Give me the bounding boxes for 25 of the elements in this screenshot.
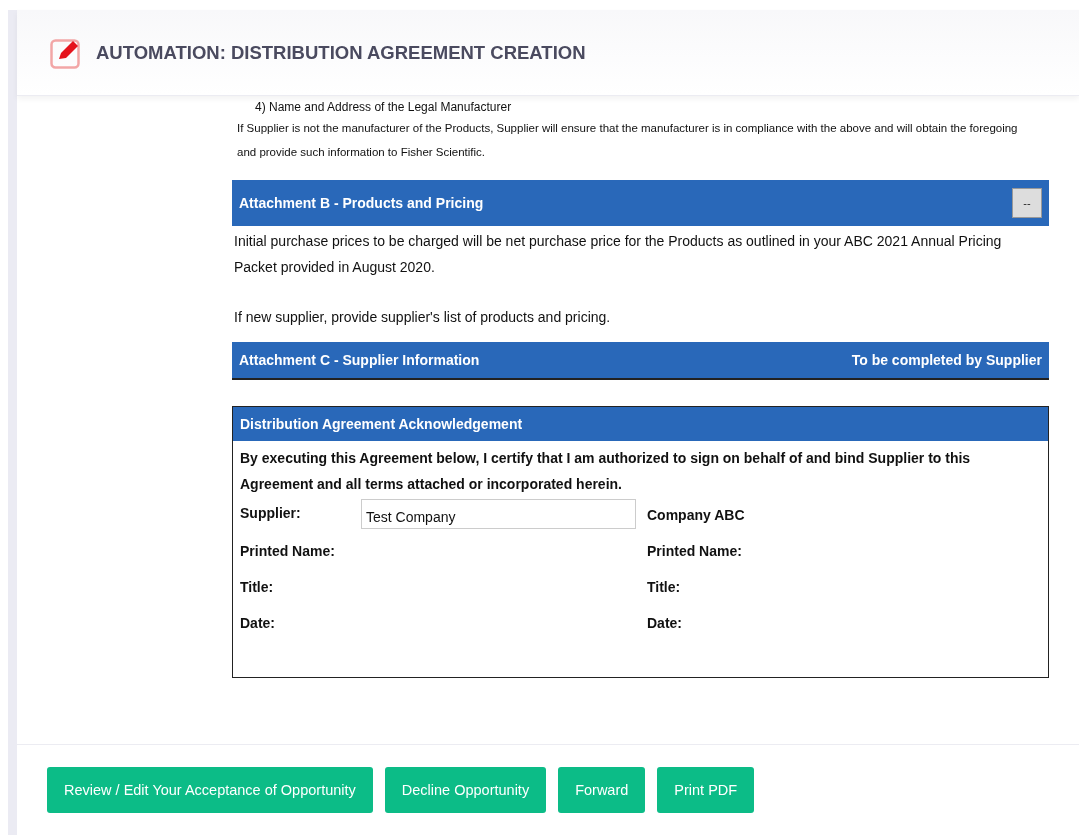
action-button[interactable]: Decline Opportunity: [384, 767, 547, 813]
section-title: Attachment B - Products and Pricing: [239, 195, 485, 211]
field-label: Company ABC: [647, 506, 746, 525]
action-button[interactable]: Review / Edit Your Acceptance of Opportunity: [47, 767, 373, 813]
action-button[interactable]: Print PDF: [657, 767, 755, 813]
field-label: Printed Name:: [240, 542, 336, 561]
page-title: AUTOMATION: DISTRIBUTION AGREEMENT CREATION: [96, 41, 586, 64]
field-label: Title:: [647, 578, 682, 597]
action-button[interactable]: Forward: [558, 767, 646, 813]
supplier-field[interactable]: Test Company: [361, 499, 636, 529]
field-label: Date:: [240, 614, 276, 633]
collapse-button[interactable]: --: [1012, 188, 1042, 218]
section-note: To be completed by Supplier: [851, 352, 1042, 368]
field-label: Date:: [647, 614, 683, 633]
paragraph: Initial purchase prices to be charged will be net purchase price for the Products as outlined in your ABC 2021 Annual Pricing Packet provided in August 2020.: [234, 232, 1003, 277]
edit-icon: [50, 36, 82, 69]
field-label: Title:: [240, 578, 275, 597]
paragraph: If Supplier is not the manufacturer of the Products, Supplier will ensure that the manufacturer is in compliance with the above and will obtain the foregoing and provide such information to Fisher Scientific.: [236, 121, 1019, 160]
statement: By executing this Agreement below, I certify that I am authorized to sign on behalf of and bind Supplier to this Agreement and all terms attached or incorporated herein.: [239, 449, 972, 494]
field-label: Printed Name:: [647, 542, 743, 561]
field-label: Supplier:: [240, 504, 302, 521]
paragraph: If new supplier, provide supplier's list of products and pricing.: [234, 308, 612, 327]
list-item-text: 4) Name and Address of the Legal Manufacturer: [254, 99, 513, 116]
section-title: Attachment C - Supplier Information: [239, 352, 481, 368]
panel-title: Distribution Agreement Acknowledgement: [233, 407, 1048, 441]
